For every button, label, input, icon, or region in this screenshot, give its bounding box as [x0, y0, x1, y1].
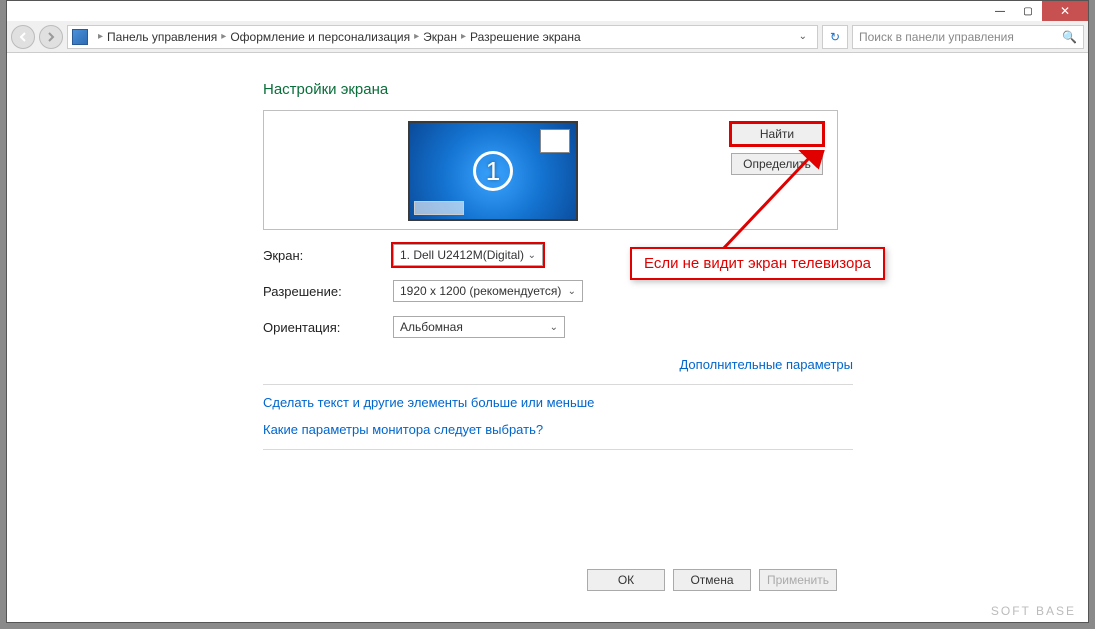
orientation-select[interactable]: Альбомная ⌄ — [393, 316, 565, 338]
refresh-button[interactable]: ↻ — [822, 25, 848, 49]
chevron-right-icon: ▸ — [414, 31, 419, 42]
orientation-label: Ориентация: — [263, 320, 393, 335]
chevron-right-icon: ▸ — [221, 31, 226, 42]
breadcrumb[interactable]: ▸ Панель управления ▸ Оформление и персо… — [67, 25, 818, 49]
watermark: SOFT BASE — [991, 604, 1076, 618]
search-icon: 🔍 — [1062, 30, 1077, 44]
orientation-value: Альбомная — [400, 320, 463, 334]
chevron-right-icon: ▸ — [98, 31, 103, 42]
monitor-preview[interactable]: 1 — [408, 121, 578, 221]
orientation-row: Ориентация: Альбомная ⌄ — [263, 316, 853, 338]
crumb-item[interactable]: Панель управления — [107, 30, 217, 44]
chevron-down-icon: ⌄ — [528, 250, 536, 261]
forward-button[interactable] — [39, 25, 63, 49]
chevron-down-icon: ⌄ — [568, 286, 576, 297]
advanced-settings-link[interactable]: Дополнительные параметры — [679, 357, 853, 372]
preview-taskbar-icon — [414, 201, 464, 215]
side-buttons: Найти Определить — [731, 117, 823, 175]
crumb-item[interactable]: Разрешение экрана — [470, 30, 581, 44]
chevron-down-icon: ⌄ — [550, 322, 558, 333]
resolution-select[interactable]: 1920 x 1200 (рекомендуется) ⌄ — [393, 280, 583, 302]
back-button[interactable] — [11, 25, 35, 49]
monitor-help-link[interactable]: Какие параметры монитора следует выбрать… — [263, 422, 853, 437]
text-size-link[interactable]: Сделать текст и другие элементы больше и… — [263, 395, 853, 410]
identify-button[interactable]: Определить — [731, 153, 823, 175]
preview-window-icon — [540, 129, 570, 153]
window: — ▢ ✕ ▸ Панель управления ▸ Оформление и… — [6, 0, 1089, 623]
screen-label: Экран: — [263, 248, 393, 263]
resolution-row: Разрешение: 1920 x 1200 (рекомендуется) … — [263, 280, 853, 302]
close-button[interactable]: ✕ — [1042, 1, 1088, 21]
divider — [263, 384, 853, 385]
find-button[interactable]: Найти — [731, 123, 823, 145]
divider — [263, 449, 853, 450]
titlebar: — ▢ ✕ — [7, 1, 1088, 21]
help-links: Сделать текст и другие элементы больше и… — [263, 395, 853, 437]
search-input[interactable]: Поиск в панели управления 🔍 — [852, 25, 1084, 49]
dialog-buttons: ОК Отмена Применить — [587, 569, 837, 591]
crumb-item[interactable]: Оформление и персонализация — [230, 30, 410, 44]
apply-button[interactable]: Применить — [759, 569, 837, 591]
minimize-button[interactable]: — — [986, 1, 1014, 21]
screen-value: 1. Dell U2412M(Digital) — [400, 248, 524, 262]
resolution-value: 1920 x 1200 (рекомендуется) — [400, 284, 561, 298]
resolution-label: Разрешение: — [263, 284, 393, 299]
chevron-right-icon: ▸ — [461, 31, 466, 42]
chevron-down-icon[interactable]: ⌄ — [793, 31, 813, 42]
monitor-preview-frame: 1 Найти Определить — [263, 110, 838, 230]
navbar: ▸ Панель управления ▸ Оформление и персо… — [7, 21, 1088, 53]
maximize-button[interactable]: ▢ — [1014, 1, 1042, 21]
crumb-item[interactable]: Экран — [423, 30, 457, 44]
control-panel-icon — [72, 29, 88, 45]
monitor-number: 1 — [473, 151, 513, 191]
screen-select[interactable]: 1. Dell U2412M(Digital) ⌄ — [393, 244, 543, 266]
advanced-row: Дополнительные параметры — [263, 356, 853, 374]
annotation-callout: Если не видит экран телевизора — [630, 247, 885, 280]
ok-button[interactable]: ОК — [587, 569, 665, 591]
page-title: Настройки экрана — [263, 81, 853, 98]
cancel-button[interactable]: Отмена — [673, 569, 751, 591]
search-placeholder: Поиск в панели управления — [859, 30, 1014, 44]
